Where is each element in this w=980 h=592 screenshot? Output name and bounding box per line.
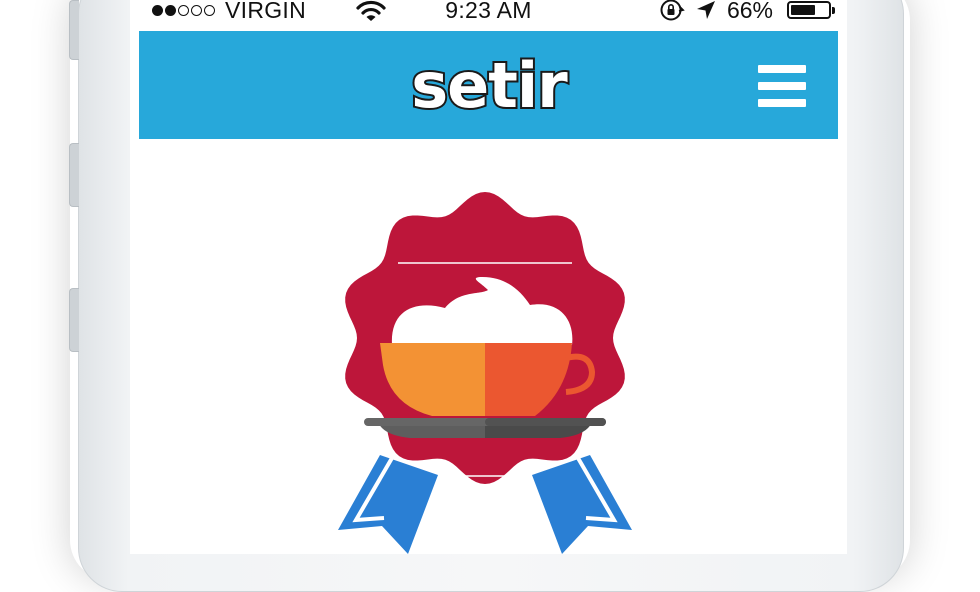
status-right: 66% (659, 0, 835, 23)
orientation-lock-icon (660, 0, 685, 21)
logo-text: setir (411, 49, 568, 122)
menu-icon[interactable] (758, 65, 806, 107)
status-bar: VIRGIN 9:23 AM 66% (130, 0, 847, 30)
app-logo[interactable]: setir (139, 47, 838, 130)
mute-switch (69, 0, 79, 60)
coffee-badge-illustration (338, 192, 632, 554)
location-arrow-icon (696, 1, 715, 19)
app-header: setir (139, 31, 838, 139)
volume-up-button (69, 143, 79, 207)
saucer-icon (364, 418, 606, 438)
battery-percent: 66% (726, 0, 773, 23)
battery-level (791, 5, 815, 15)
volume-down-button (69, 288, 79, 352)
phone-screen: VIRGIN 9:23 AM 66% setir (130, 0, 847, 554)
battery-icon (787, 1, 835, 19)
